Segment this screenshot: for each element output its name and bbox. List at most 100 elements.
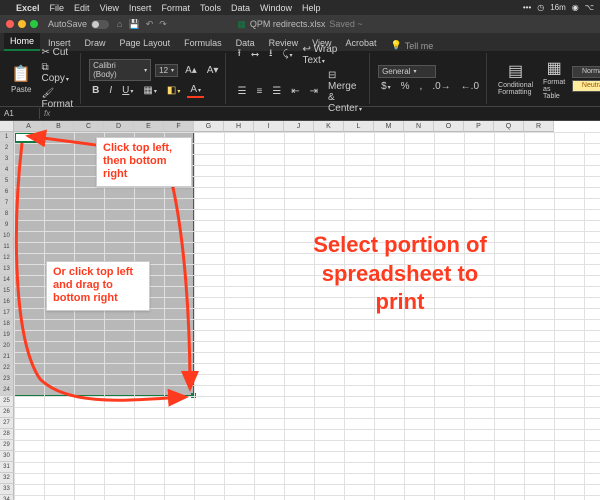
- menu-help[interactable]: Help: [302, 3, 321, 13]
- tab-page-layout[interactable]: Page Layout: [114, 35, 177, 51]
- menu-view[interactable]: View: [100, 3, 119, 13]
- percent-icon[interactable]: %: [398, 80, 413, 93]
- row-header-30[interactable]: 30: [0, 451, 14, 462]
- row-header-31[interactable]: 31: [0, 462, 14, 473]
- font-color-button[interactable]: A▾: [187, 83, 204, 98]
- row-header-26[interactable]: 26: [0, 407, 14, 418]
- indent-dec-icon[interactable]: ⇤: [288, 85, 302, 98]
- orientation-icon[interactable]: ⤹▾: [279, 48, 295, 61]
- row-header-34[interactable]: 34: [0, 495, 14, 500]
- undo-icon[interactable]: ↶: [146, 19, 154, 30]
- save-icon[interactable]: 💾: [128, 19, 139, 30]
- control-center-icon[interactable]: ⌥: [585, 3, 594, 12]
- col-header-E[interactable]: E: [134, 121, 164, 132]
- row-header-25[interactable]: 25: [0, 396, 14, 407]
- row-header-23[interactable]: 23: [0, 374, 14, 385]
- autosave-toggle[interactable]: [91, 20, 109, 29]
- cell-style-normal[interactable]: Normal: [572, 66, 600, 78]
- select-all-corner[interactable]: [0, 121, 14, 132]
- row-header-2[interactable]: 2: [0, 143, 14, 154]
- redo-icon[interactable]: ↷: [159, 19, 167, 30]
- col-header-Q[interactable]: Q: [494, 121, 524, 132]
- row-header-12[interactable]: 12: [0, 253, 14, 264]
- spreadsheet-grid[interactable]: ABCDEFGHIJKLMNOPQR 123456789101112131415…: [0, 121, 600, 500]
- menu-tools[interactable]: Tools: [200, 3, 221, 13]
- row-header-10[interactable]: 10: [0, 231, 14, 242]
- decrease-font-icon[interactable]: A▾: [204, 64, 222, 77]
- cut-button[interactable]: ✂ Cut: [38, 46, 76, 59]
- cell-style-neutral[interactable]: Neutral: [572, 80, 600, 92]
- wrap-text-button[interactable]: ↩ Wrap Text▾: [299, 43, 365, 67]
- row-header-21[interactable]: 21: [0, 352, 14, 363]
- document-name[interactable]: QPM redirects.xlsx: [250, 19, 326, 29]
- currency-icon[interactable]: $▾: [378, 80, 394, 93]
- align-middle-icon[interactable]: ⭤: [248, 48, 262, 61]
- col-header-M[interactable]: M: [374, 121, 404, 132]
- menu-window[interactable]: Window: [260, 3, 292, 13]
- increase-decimal-icon[interactable]: .0→: [429, 80, 453, 93]
- decrease-decimal-icon[interactable]: ←.0: [458, 80, 482, 93]
- fx-icon[interactable]: fx: [40, 109, 54, 118]
- col-header-H[interactable]: H: [224, 121, 254, 132]
- col-header-A[interactable]: A: [14, 121, 44, 132]
- fill-color-button[interactable]: ◧▾: [164, 84, 183, 97]
- siri-icon[interactable]: ◉: [572, 3, 579, 12]
- underline-button[interactable]: U▾: [119, 84, 136, 97]
- col-header-P[interactable]: P: [464, 121, 494, 132]
- tell-me-search[interactable]: 💡 Tell me: [391, 40, 434, 51]
- col-header-R[interactable]: R: [524, 121, 554, 132]
- menu-insert[interactable]: Insert: [129, 3, 152, 13]
- tab-formulas[interactable]: Formulas: [178, 35, 228, 51]
- row-header-19[interactable]: 19: [0, 330, 14, 341]
- row-header-9[interactable]: 9: [0, 220, 14, 231]
- row-header-5[interactable]: 5: [0, 176, 14, 187]
- indent-inc-icon[interactable]: ⇥: [307, 85, 321, 98]
- row-header-27[interactable]: 27: [0, 418, 14, 429]
- row-header-11[interactable]: 11: [0, 242, 14, 253]
- col-header-I[interactable]: I: [254, 121, 284, 132]
- align-left-icon[interactable]: ☰: [234, 85, 249, 98]
- row-header-1[interactable]: 1: [0, 132, 14, 143]
- row-header-3[interactable]: 3: [0, 154, 14, 165]
- copy-button[interactable]: ⧉ Copy▾: [38, 61, 76, 85]
- align-bottom-icon[interactable]: ⭳: [266, 45, 276, 64]
- col-header-C[interactable]: C: [74, 121, 104, 132]
- home-icon[interactable]: ⌂: [117, 19, 122, 30]
- align-center-icon[interactable]: ≡: [253, 85, 265, 98]
- col-header-B[interactable]: B: [44, 121, 74, 132]
- row-header-8[interactable]: 8: [0, 209, 14, 220]
- row-header-18[interactable]: 18: [0, 319, 14, 330]
- col-header-F[interactable]: F: [164, 121, 194, 132]
- merge-button[interactable]: ⊟ Merge & Center▾: [325, 69, 365, 115]
- menu-file[interactable]: File: [50, 3, 65, 13]
- row-header-28[interactable]: 28: [0, 429, 14, 440]
- row-header-4[interactable]: 4: [0, 165, 14, 176]
- number-format-select[interactable]: General▾: [378, 65, 436, 78]
- row-header-32[interactable]: 32: [0, 473, 14, 484]
- col-header-K[interactable]: K: [314, 121, 344, 132]
- col-header-N[interactable]: N: [404, 121, 434, 132]
- row-header-22[interactable]: 22: [0, 363, 14, 374]
- minimize-icon[interactable]: [18, 20, 26, 28]
- row-header-20[interactable]: 20: [0, 341, 14, 352]
- menu-format[interactable]: Format: [161, 3, 190, 13]
- row-header-15[interactable]: 15: [0, 286, 14, 297]
- increase-font-icon[interactable]: A▴: [182, 64, 200, 77]
- col-header-O[interactable]: O: [434, 121, 464, 132]
- paste-button[interactable]: 📋 Paste: [8, 62, 34, 96]
- bold-button[interactable]: B: [89, 84, 102, 97]
- row-header-14[interactable]: 14: [0, 275, 14, 286]
- font-name-select[interactable]: Calibri (Body)▾: [89, 59, 151, 81]
- row-header-7[interactable]: 7: [0, 198, 14, 209]
- conditional-formatting-button[interactable]: ▤ Conditional Formatting: [495, 59, 536, 98]
- tab-draw[interactable]: Draw: [79, 35, 112, 51]
- zoom-icon[interactable]: [30, 20, 38, 28]
- format-painter-button[interactable]: 🖌 Format: [38, 87, 76, 111]
- name-box[interactable]: A1: [0, 108, 40, 119]
- row-header-17[interactable]: 17: [0, 308, 14, 319]
- border-button[interactable]: ▦▾: [140, 84, 159, 97]
- close-icon[interactable]: [6, 20, 14, 28]
- row-header-6[interactable]: 6: [0, 187, 14, 198]
- align-right-icon[interactable]: ☰: [269, 85, 284, 98]
- row-header-29[interactable]: 29: [0, 440, 14, 451]
